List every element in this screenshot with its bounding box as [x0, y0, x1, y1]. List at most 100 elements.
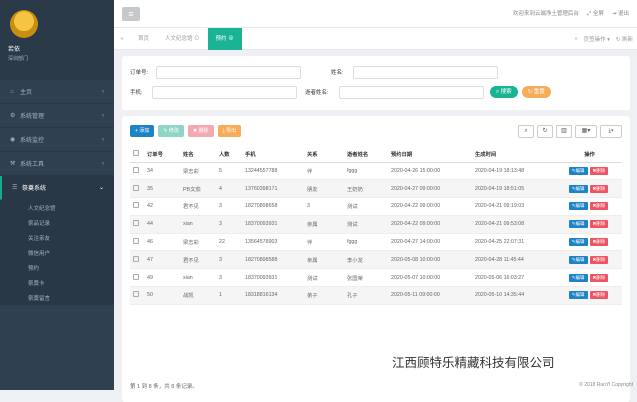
watermark: 江西顾特乐精藏科技有限公司: [392, 355, 555, 370]
row-edit-button[interactable]: ✎编辑: [568, 273, 588, 282]
tab-memorial-hall[interactable]: 人文纪念馆 ⊙: [157, 28, 208, 50]
row-delete-button[interactable]: ✖删除: [589, 291, 609, 300]
row-checkbox[interactable]: [130, 179, 144, 199]
edit-button[interactable]: ✎ 修改: [158, 125, 184, 137]
row-checkbox[interactable]: [130, 215, 144, 234]
table-cell: 44: [144, 215, 180, 234]
table-cell: 18370093931: [242, 215, 304, 234]
col-order[interactable]: 订单号: [144, 146, 180, 163]
row-checkbox[interactable]: [130, 250, 144, 270]
col-count[interactable]: 人数: [216, 146, 242, 163]
table-row[interactable]: 49 xian 3 18370093931 测试 张国荣 2020-05-07 10:00:…: [130, 268, 622, 288]
sidebar-item-label: 主页: [20, 90, 33, 96]
avatar[interactable]: [10, 10, 38, 38]
table-cell: 2020-04-27 14:00:00: [388, 233, 472, 252]
row-edit-button[interactable]: ✎编辑: [568, 220, 588, 229]
monitor-icon: ◉: [10, 137, 16, 143]
row-edit-button[interactable]: ✎编辑: [568, 184, 588, 193]
export-icon[interactable]: ⤓▾: [600, 124, 622, 138]
tab-prev-icon[interactable]: «: [114, 36, 130, 42]
sidebar-subitem-offering-records[interactable]: 祭品记录: [0, 215, 114, 230]
row-delete-button[interactable]: ✖删除: [589, 238, 609, 247]
menu-toggle-icon[interactable]: ≡: [122, 6, 140, 21]
row-edit-button[interactable]: ✎编辑: [568, 291, 588, 300]
delete-button[interactable]: ✖ 删除: [187, 125, 214, 137]
grid-icon[interactable]: ▦▾: [575, 124, 597, 138]
logout-button[interactable]: ⇥ 退出: [612, 9, 629, 18]
reset-button[interactable]: ↻ 重置: [521, 86, 551, 98]
col-name[interactable]: 姓名: [180, 146, 216, 163]
col-reservation-date[interactable]: 预约日期: [388, 146, 472, 163]
order-number-input[interactable]: [156, 65, 301, 79]
row-delete-button[interactable]: ✖删除: [589, 202, 609, 211]
search-button[interactable]: ⌕ 搜索: [490, 86, 518, 98]
row-checkbox[interactable]: [130, 197, 144, 216]
user-role[interactable]: 深圳部门: [8, 55, 106, 62]
sidebar-item-tools[interactable]: ⚒ 系统工具 ‹: [0, 152, 114, 176]
row-edit-button[interactable]: ✎编辑: [568, 255, 588, 264]
sidebar-subitem-reservations[interactable]: 预约: [0, 260, 114, 275]
table-row[interactable]: 46 梁志彩 22 13564578903 伴 fggg 2020-04-27 14:00:…: [130, 233, 622, 252]
sidebar-item-memorial[interactable]: ☰ 祭奠系统 ⌄: [0, 176, 114, 200]
row-checkbox[interactable]: [130, 268, 144, 288]
col-created-time[interactable]: 生成时间: [472, 146, 554, 163]
row-delete-button[interactable]: ✖删除: [589, 220, 609, 229]
refresh-icon[interactable]: ↻: [537, 124, 553, 138]
table-row[interactable]: 44 xian 3 18370093931 亲属 测试 2020-04-22 09:00:0…: [130, 215, 622, 234]
row-edit-button[interactable]: ✎编辑: [568, 202, 588, 211]
export-button[interactable]: ⤓ 导出: [217, 125, 242, 137]
table-cell: 22: [216, 233, 242, 252]
row-delete-button[interactable]: ✖删除: [589, 273, 609, 282]
table-cell: 孔子: [344, 286, 388, 305]
row-delete-label: 删除: [596, 292, 606, 298]
table-row[interactable]: 42 君不见 3 18270898658 3 测试 2020-04-22 09:00:00 2…: [130, 197, 622, 216]
name-input[interactable]: [353, 65, 498, 79]
table-cell: 2020-04-19 18:51:05: [472, 179, 554, 199]
row-edit-button[interactable]: ✎编辑: [568, 166, 588, 175]
row-checkbox[interactable]: [130, 286, 144, 305]
sidebar-subitem-memorial-card[interactable]: 祭奠卡: [0, 275, 114, 290]
row-delete-button[interactable]: ✖删除: [589, 184, 609, 193]
table-row[interactable]: 50 战凯 1 18318816134 弟子 孔子 2020-05-11 09:00:00 2…: [130, 286, 622, 305]
row-edit-button[interactable]: ✎编辑: [568, 238, 588, 247]
col-phone[interactable]: 手机: [242, 146, 304, 163]
tab-reservation[interactable]: 预约 ⊗: [207, 27, 242, 50]
search-icon[interactable]: ⌕: [518, 124, 534, 138]
sidebar-item-home[interactable]: ⌂ 主页 ‹: [0, 80, 114, 104]
fullscreen-button[interactable]: ⤢ 全屏: [587, 9, 604, 18]
welcome-link[interactable]: 欢迎来到云端净土管理后台: [513, 9, 579, 18]
row-checkbox[interactable]: [130, 162, 144, 181]
table-cell: 梁志彩: [180, 233, 216, 252]
sidebar-subitem-followed-relatives[interactable]: 关注亲友: [0, 230, 114, 245]
sidebar-item-label: 系统监控: [20, 138, 45, 144]
row-delete-button[interactable]: ✖删除: [589, 255, 609, 264]
tab-next-icon[interactable]: »: [574, 36, 577, 42]
name-label: 姓名:: [331, 70, 344, 76]
table-cell: fggg: [344, 162, 388, 181]
delete-button-label: 删除: [198, 128, 209, 134]
select-all-checkbox[interactable]: [130, 146, 144, 163]
col-deceased[interactable]: 逝者姓名: [344, 146, 388, 163]
tab-refresh-button[interactable]: ↻ 刷新: [616, 35, 633, 43]
tab-home[interactable]: 首页: [130, 28, 157, 50]
table-row[interactable]: 47 君不见 3 18270898588 亲属 李小龙 2020-05-08 10:00:0…: [130, 250, 622, 270]
sidebar-subitem-wechat-users[interactable]: 微信用户: [0, 245, 114, 260]
sidebar-subitem-memorial-hall[interactable]: 人文纪念馆: [0, 200, 114, 215]
table-row[interactable]: 35 PB文茄 4 13760398171 朋友 王奶奶 2020-04-27 09:00:…: [130, 179, 622, 199]
sidebar-item-monitor[interactable]: ◉ 系统监控 ‹: [0, 128, 114, 152]
tab-operations-dropdown[interactable]: 页签操作 ▾: [584, 35, 610, 43]
add-button[interactable]: + 添加: [130, 125, 155, 137]
row-delete-button[interactable]: ✖删除: [589, 166, 609, 175]
sidebar-subitem-messages[interactable]: 祭奠留言: [0, 290, 114, 305]
deceased-name-input[interactable]: [339, 85, 484, 99]
col-relation[interactable]: 关系: [304, 146, 344, 163]
row-edit-label: 编辑: [575, 274, 585, 280]
sidebar-item-system[interactable]: ⚙ 系统管理 ‹: [0, 104, 114, 128]
row-edit-label: 编辑: [575, 203, 585, 209]
top-bar: ≡ 欢迎来到云端净土管理后台 ⤢ 全屏 ⇥ 退出: [114, 0, 637, 28]
columns-icon[interactable]: ▥: [556, 124, 572, 138]
phone-input[interactable]: [152, 85, 297, 99]
table-row[interactable]: 34 梁志彩 5 13244557788 伴 fggg 2020-04-26 15:00:0…: [130, 162, 622, 181]
row-checkbox[interactable]: [130, 233, 144, 252]
table-cell: 2020-04-26 15:00:00: [388, 162, 472, 181]
